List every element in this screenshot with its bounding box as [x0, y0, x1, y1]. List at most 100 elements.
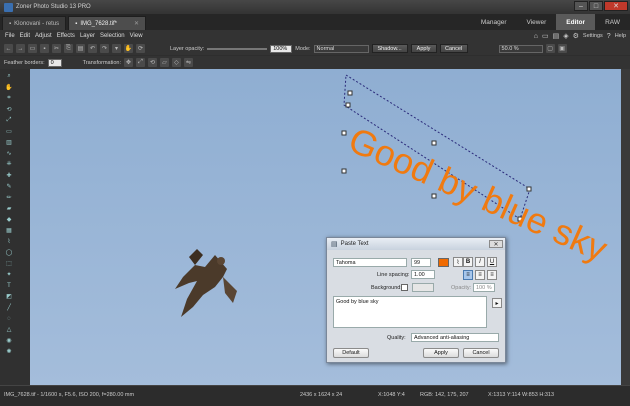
menu-file[interactable]: File	[5, 33, 15, 39]
heal-tool-icon[interactable]: ✚	[3, 171, 15, 180]
curves-tool-icon[interactable]: ∿	[3, 149, 15, 158]
hand-icon[interactable]: ✋	[124, 44, 133, 53]
dialog-apply-button[interactable]: Apply	[423, 348, 459, 358]
eyedropper-icon[interactable]: ⌇	[453, 257, 463, 267]
text-area[interactable]: Good by blue sky	[333, 296, 487, 328]
insert-symbol-icon[interactable]: ▸	[492, 298, 502, 308]
print-icon[interactable]: ▤	[553, 32, 560, 40]
canvas-tool-icon[interactable]: ▭	[3, 127, 15, 136]
font-select[interactable]: Tahoma	[333, 258, 407, 267]
menu-edit[interactable]: Edit	[20, 33, 30, 39]
sharpen-tool-icon[interactable]: △	[3, 325, 15, 334]
default-button[interactable]: Default	[333, 348, 369, 358]
maximize-button[interactable]: □	[589, 1, 603, 11]
font-size-select[interactable]: 99	[411, 258, 431, 267]
open-icon[interactable]: ▭	[28, 44, 37, 53]
tab-img-7628[interactable]: ▪ IMG_7628.tif* ✕	[68, 16, 147, 30]
align-center-icon[interactable]: ≡	[475, 270, 485, 280]
back-icon[interactable]: ←	[4, 44, 13, 53]
italic-button[interactable]: I	[475, 257, 485, 267]
align-right-icon[interactable]: ≡	[487, 270, 497, 280]
save-icon[interactable]: ▪	[40, 44, 49, 53]
background-color-swatch[interactable]	[412, 283, 434, 292]
shape-tool-icon[interactable]: ◩	[3, 292, 15, 301]
undo-icon[interactable]: ↶	[88, 44, 97, 53]
blur-tool-icon[interactable]: ◌	[3, 314, 15, 323]
bold-button[interactable]: B	[463, 257, 473, 267]
zoom-select[interactable]: 50.0 %	[498, 44, 543, 53]
mode-viewer[interactable]: Viewer	[517, 14, 557, 30]
menu-view[interactable]: View	[130, 33, 143, 39]
underline-button[interactable]: U	[487, 257, 497, 267]
shadow-button[interactable]: Shadow...	[371, 44, 408, 53]
rotate-tool-icon[interactable]: ⟲	[3, 105, 15, 114]
image-canvas[interactable]: Good by blue sky ▤ Paste Text ✕ Tahoma 9…	[30, 69, 621, 385]
apply-button[interactable]: Apply	[410, 44, 437, 53]
resize-icon[interactable]: ⤢	[135, 58, 145, 67]
cancel-button[interactable]: Cancel	[439, 44, 468, 53]
redeye-tool-icon[interactable]: ◉	[3, 336, 15, 345]
dialog-cancel-button[interactable]: Cancel	[463, 348, 499, 358]
mode-editor[interactable]: Editor	[556, 14, 596, 30]
mode-manager[interactable]: Manager	[471, 14, 517, 30]
opacity-input[interactable]: 100 %	[473, 283, 495, 292]
move-icon[interactable]: ✥	[123, 58, 133, 67]
share-icon[interactable]: ◈	[563, 32, 568, 40]
mode-raw[interactable]: RAW	[595, 14, 630, 30]
resize-tool-icon[interactable]: ⤢	[3, 116, 15, 125]
flip-icon[interactable]: ⇋	[183, 58, 193, 67]
actual-size-icon[interactable]: ▣	[557, 44, 567, 53]
lasso-tool-icon[interactable]: ◯	[3, 248, 15, 257]
line-tool-icon[interactable]: ╱	[3, 303, 15, 312]
forward-icon[interactable]: →	[16, 44, 25, 53]
fill-tool-icon[interactable]: ◆	[3, 215, 15, 224]
quality-select[interactable]: Advanced anti-aliasing	[411, 333, 499, 342]
rotate-icon[interactable]: ⟳	[136, 44, 145, 53]
skew-icon[interactable]: ▱	[159, 58, 169, 67]
brush-tool-icon[interactable]: ✎	[3, 182, 15, 191]
menu-selection[interactable]: Selection	[100, 33, 125, 39]
eraser-tool-icon[interactable]: ▰	[3, 204, 15, 213]
vertical-scrollbar[interactable]	[621, 69, 630, 385]
zoom-tool-icon[interactable]: ⌕	[3, 72, 15, 81]
minimize-button[interactable]: –	[574, 1, 588, 11]
redo-icon[interactable]: ↷	[100, 44, 109, 53]
hand-tool-icon[interactable]: ✋	[3, 83, 15, 92]
font-color-swatch[interactable]	[438, 258, 449, 267]
settings-link[interactable]: Settings	[583, 33, 603, 39]
line-spacing-input[interactable]: 1.00	[411, 270, 435, 279]
align-left-icon[interactable]: ≡	[463, 270, 473, 280]
copy-icon[interactable]: ⎘	[64, 44, 73, 53]
stamp-tool-icon[interactable]: ⎈	[3, 160, 15, 169]
eyedropper-tool-icon[interactable]: ⌇	[3, 237, 15, 246]
text-tool-icon[interactable]: T	[3, 281, 15, 290]
magic-wand-tool-icon[interactable]: ✦	[3, 270, 15, 279]
help-icon[interactable]: ?	[607, 33, 611, 40]
dialog-close-button[interactable]: ✕	[489, 240, 503, 248]
help-link[interactable]: Help	[615, 33, 626, 39]
pencil-tool-icon[interactable]: ✏	[3, 193, 15, 202]
gradient-tool-icon[interactable]: ▦	[3, 226, 15, 235]
marquee-tool-icon[interactable]: ⬚	[3, 259, 15, 268]
paste-icon[interactable]: ▤	[76, 44, 85, 53]
cut-icon[interactable]: ✂	[52, 44, 61, 53]
menu-layer[interactable]: Layer	[80, 33, 95, 39]
crop-tool-icon[interactable]: ⌗	[3, 94, 15, 103]
effects-tool-icon[interactable]: ✺	[3, 347, 15, 356]
close-button[interactable]: ✕	[604, 1, 628, 11]
perspective-icon[interactable]: ◇	[171, 58, 181, 67]
levels-tool-icon[interactable]: ▥	[3, 138, 15, 147]
close-tab-icon[interactable]: ✕	[134, 20, 139, 27]
dropdown-icon[interactable]: ▾	[112, 44, 121, 53]
tab-klonovani[interactable]: ▪ Klonovani - retus	[2, 16, 67, 30]
rotate-icon[interactable]: ⟲	[147, 58, 157, 67]
monitor-icon[interactable]: ▭	[542, 32, 549, 40]
fit-icon[interactable]: ▢	[545, 44, 555, 53]
feather-input[interactable]: 0	[47, 58, 62, 67]
layer-opacity-slider[interactable]	[207, 47, 268, 50]
home-icon[interactable]: ⌂	[534, 33, 538, 40]
gear-icon[interactable]: ⚙	[573, 32, 579, 40]
mode-select[interactable]: Normal	[313, 44, 369, 53]
background-checkbox[interactable]	[401, 284, 408, 291]
layer-opacity-input[interactable]: 100%	[270, 44, 293, 53]
